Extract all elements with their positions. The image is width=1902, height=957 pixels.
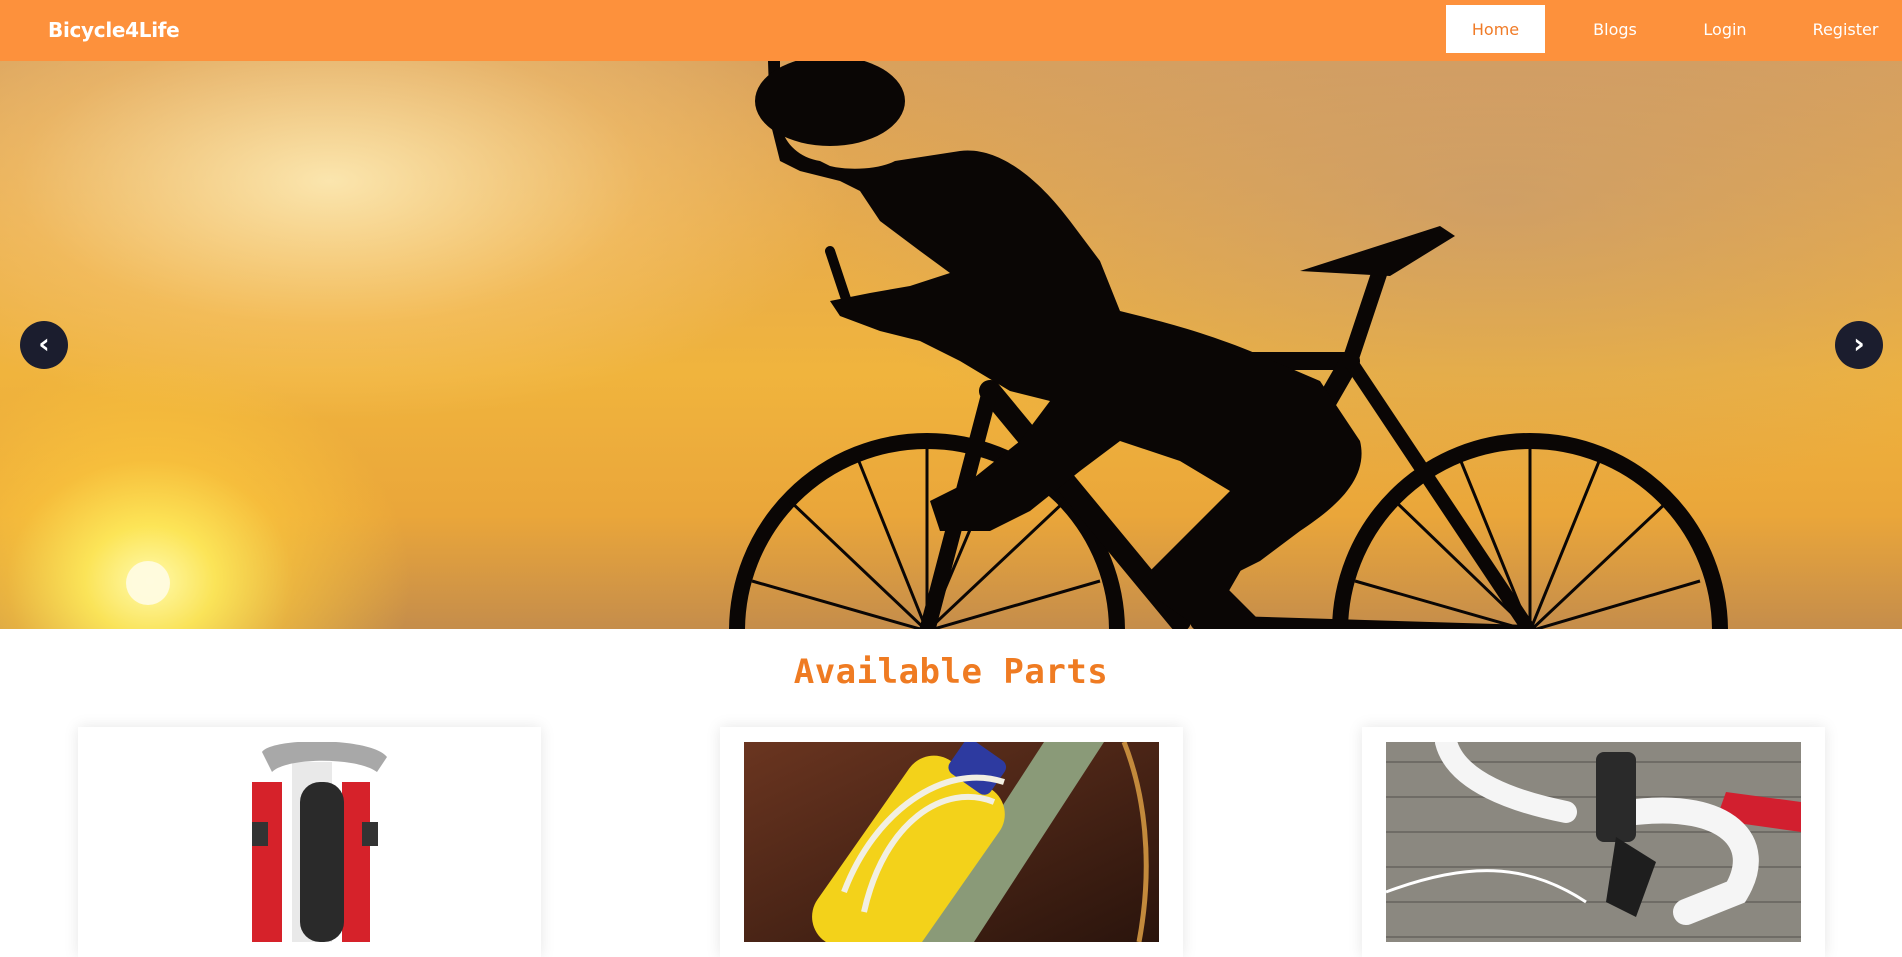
brand-logo[interactable]: Bicycle4Life	[48, 0, 180, 61]
part-card[interactable]	[720, 727, 1183, 957]
section-title: Available Parts	[793, 652, 1109, 692]
part-card[interactable]	[1362, 727, 1825, 957]
rider-shape	[768, 61, 1362, 629]
sun-shape	[126, 561, 170, 605]
saddle-shape	[1300, 226, 1455, 276]
bicycle-brake-wheel-photo[interactable]	[102, 742, 517, 942]
yellow-water-bottle-photo[interactable]	[744, 742, 1159, 942]
part-card[interactable]	[78, 727, 541, 957]
nav-login-link[interactable]: Login	[1685, 5, 1765, 53]
cyclist-silhouette-image	[126, 61, 1728, 629]
nav-blogs-link[interactable]: Blogs	[1571, 5, 1659, 53]
handlebar-tape-photo[interactable]	[1386, 742, 1801, 942]
rear-wheel-shape	[1332, 433, 1728, 629]
carousel-next-button[interactable]: ›	[1835, 321, 1883, 369]
hero-carousel: ‹ ›	[0, 61, 1902, 629]
chevron-right-icon: ›	[1853, 327, 1865, 360]
navbar: Bicycle4Life Home Blogs Login Register	[0, 0, 1902, 61]
nav-register-link[interactable]: Register	[1791, 5, 1900, 53]
nav-links: Home Blogs Login Register	[1446, 5, 1902, 53]
carousel-prev-button[interactable]: ‹	[20, 321, 68, 369]
nav-home-link[interactable]: Home	[1446, 5, 1545, 53]
chevron-left-icon: ‹	[38, 327, 50, 360]
